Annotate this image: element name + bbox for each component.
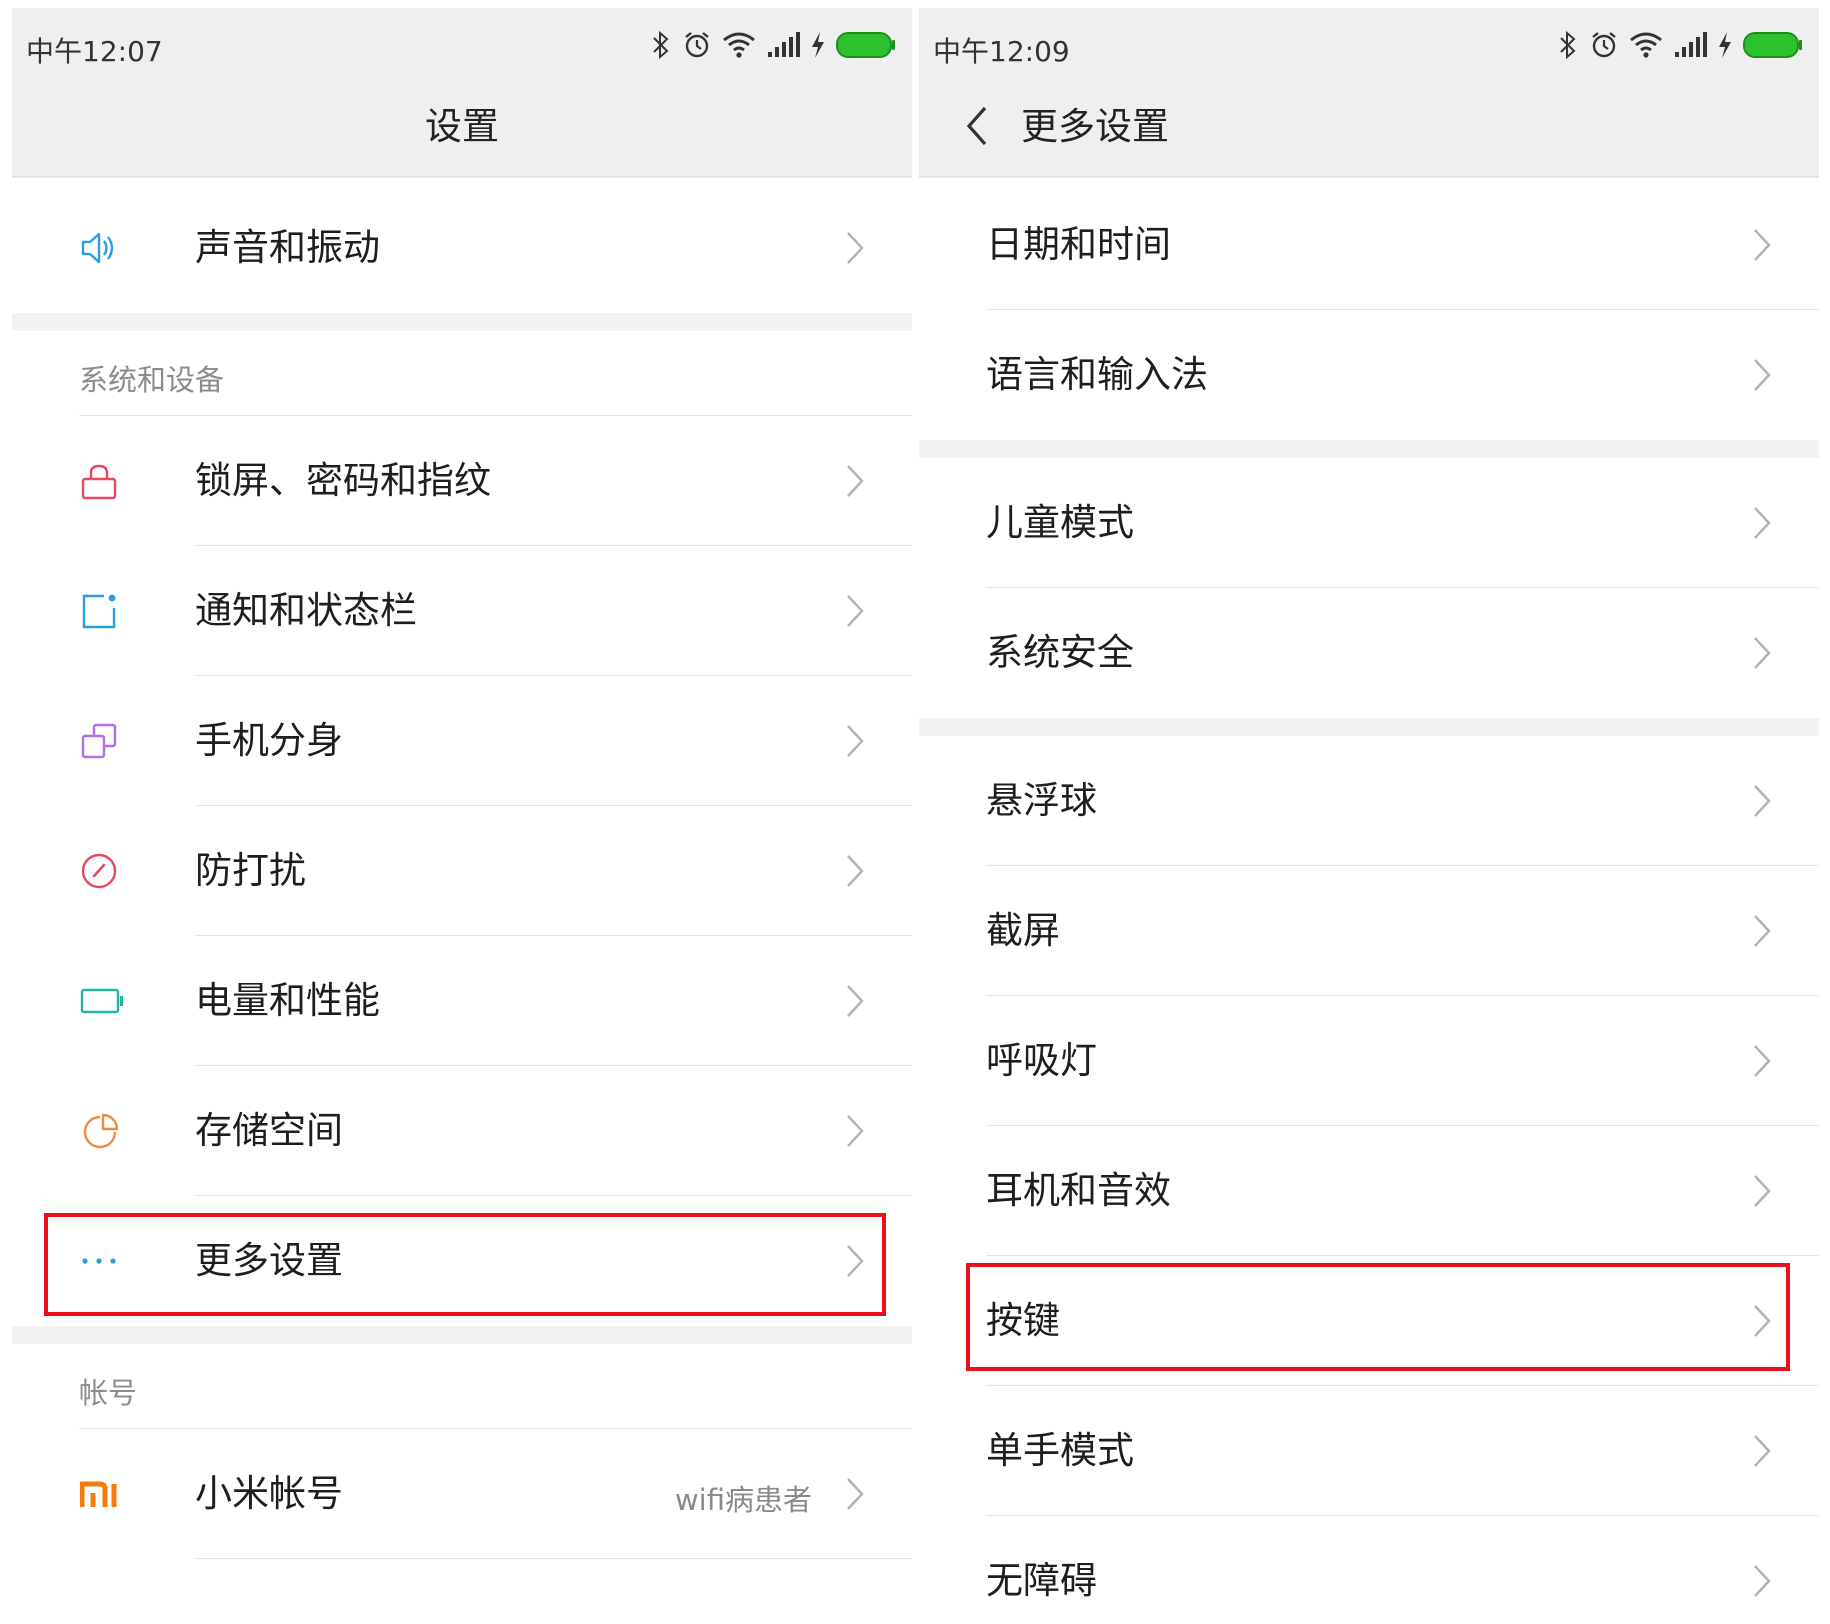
list-item-label: 系统安全 (986, 631, 1134, 674)
mi-logo-icon (79, 1475, 118, 1513)
list-item-battery[interactable]: 电量和性能 (12, 936, 912, 1066)
list-item-headphones-audio[interactable]: 耳机和音效 (919, 1126, 1819, 1256)
chevron-right-icon (1753, 636, 1771, 670)
list-item-label: 耳机和音效 (986, 1169, 1171, 1212)
list-item-mi-account[interactable]: 小米帐号 wifi病患者 (12, 1429, 912, 1559)
list-item-accessibility[interactable]: 无障碍 (919, 1516, 1819, 1620)
chevron-right-icon (846, 854, 864, 888)
do-not-disturb-icon (80, 852, 118, 890)
list-item-label: 防打扰 (195, 849, 306, 892)
list-item-notifications[interactable]: 通知和状态栏 (12, 546, 912, 676)
list-item-one-handed-mode[interactable]: 单手模式 (919, 1386, 1819, 1516)
status-time: 中午12:09 (933, 35, 1070, 68)
page-title: 设置 (425, 105, 499, 148)
list-item-label: 小米帐号 (195, 1472, 343, 1515)
list-item-kids-mode[interactable]: 儿童模式 (919, 458, 1819, 588)
section-divider (12, 1326, 912, 1344)
page-title: 更多设置 (1021, 105, 1169, 148)
list-item-notification-light[interactable]: 呼吸灯 (919, 996, 1819, 1126)
list-item-label: 日期和时间 (986, 223, 1171, 266)
list-item-floating-ball[interactable]: 悬浮球 (919, 736, 1819, 866)
account-name: wifi病患者 (674, 1483, 812, 1517)
notification-icon (80, 592, 118, 630)
chevron-right-icon (1753, 358, 1771, 392)
settings-screen: 中午12:07 设置 声音和振动 系统和设备 锁屏、密码和指纹 通知和状态栏 手… (12, 8, 912, 1620)
header: 中午12:07 设置 (12, 8, 912, 178)
charging-icon (1717, 31, 1733, 63)
chevron-right-icon (1753, 1564, 1771, 1598)
status-bar: 中午12:09 (919, 18, 1819, 74)
chevron-right-icon (1753, 914, 1771, 948)
chevron-right-icon (846, 1114, 864, 1148)
wifi-icon (722, 31, 756, 63)
status-bar: 中午12:07 (12, 18, 912, 74)
signal-icon (766, 32, 800, 62)
chevron-right-icon (846, 464, 864, 498)
chevron-left-icon (966, 106, 987, 146)
list-item-label: 单手模式 (986, 1429, 1134, 1472)
list-item-label: 电量和性能 (195, 979, 380, 1022)
chevron-right-icon (1753, 1174, 1771, 1208)
section-divider (919, 718, 1819, 736)
highlight-box (44, 1213, 886, 1316)
more-settings-screen: 中午12:09 更多设置 日期和时间 语言和输入法 儿童模式 系统安全 悬浮球 … (919, 8, 1819, 1620)
list-item-label: 截屏 (986, 909, 1060, 952)
list-item-label: 手机分身 (195, 719, 343, 762)
list-item-label: 呼吸灯 (986, 1039, 1097, 1082)
alarm-icon (682, 30, 712, 64)
highlight-box (966, 1263, 1790, 1371)
list-item-label: 无障碍 (986, 1559, 1097, 1602)
chevron-right-icon (846, 231, 864, 265)
chevron-right-icon (846, 724, 864, 758)
list-item-label: 锁屏、密码和指纹 (195, 459, 491, 502)
list-item-do-not-disturb[interactable]: 防打扰 (12, 806, 912, 936)
status-time: 中午12:07 (26, 35, 163, 68)
section-header-system: 系统和设备 (12, 331, 912, 416)
section-title: 帐号 (79, 1376, 138, 1410)
list-item-label: 通知和状态栏 (195, 589, 417, 632)
lock-icon (80, 462, 118, 500)
list-item-label: 儿童模式 (986, 501, 1134, 544)
charging-icon (810, 31, 826, 63)
list-item-second-space[interactable]: 手机分身 (12, 676, 912, 806)
chevron-right-icon (1753, 506, 1771, 540)
section-title: 系统和设备 (79, 363, 225, 397)
signal-icon (1673, 32, 1707, 62)
battery-level-icon (1743, 32, 1803, 62)
chevron-right-icon (846, 984, 864, 1018)
bluetooth-icon (650, 30, 672, 64)
chevron-right-icon (846, 1477, 864, 1511)
list-item-label: 声音和振动 (195, 226, 380, 269)
chevron-right-icon (1753, 228, 1771, 262)
chevron-right-icon (1753, 784, 1771, 818)
bluetooth-icon (1557, 30, 1579, 64)
section-divider (919, 440, 1819, 458)
chevron-right-icon (846, 594, 864, 628)
list-item-language-input[interactable]: 语言和输入法 (919, 310, 1819, 440)
list-item-date-time[interactable]: 日期和时间 (919, 180, 1819, 310)
speaker-icon (80, 229, 118, 267)
chevron-right-icon (1753, 1044, 1771, 1078)
back-button[interactable] (959, 104, 999, 148)
chevron-right-icon (1753, 1434, 1771, 1468)
clone-icon (80, 722, 118, 760)
list-item-system-security[interactable]: 系统安全 (919, 588, 1819, 718)
list-item-label: 悬浮球 (986, 779, 1097, 822)
list-item-screenshot[interactable]: 截屏 (919, 866, 1819, 996)
battery-icon (80, 982, 123, 1020)
list-item-lockscreen[interactable]: 锁屏、密码和指纹 (12, 416, 912, 546)
list-item-label: 语言和输入法 (986, 353, 1208, 396)
header: 中午12:09 更多设置 (919, 8, 1819, 178)
section-divider (12, 313, 912, 331)
storage-icon (80, 1112, 119, 1150)
alarm-icon (1589, 30, 1619, 64)
wifi-icon (1629, 31, 1663, 63)
list-item-label: 存储空间 (195, 1109, 343, 1152)
list-item-sound[interactable]: 声音和振动 (12, 183, 912, 313)
section-header-account: 帐号 (12, 1344, 912, 1429)
list-item-storage[interactable]: 存储空间 (12, 1066, 912, 1196)
battery-level-icon (836, 32, 896, 62)
